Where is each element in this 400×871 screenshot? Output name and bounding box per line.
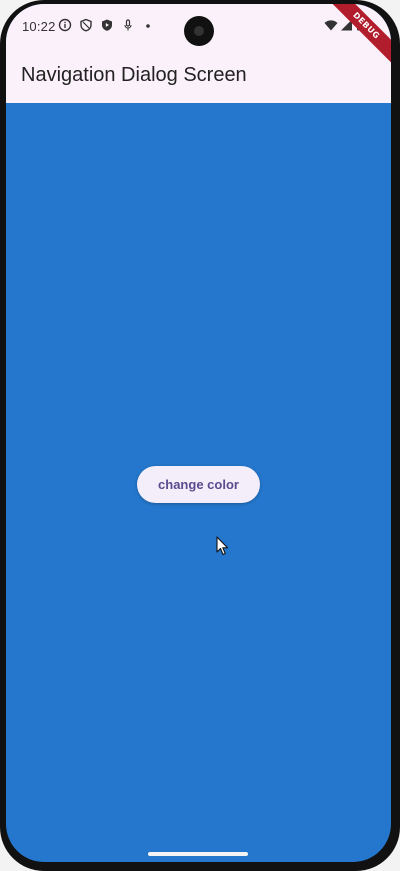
app-bar: 10:22 DEBUG Navigation Dialog Screen bbox=[6, 4, 391, 103]
status-bar: 10:22 bbox=[6, 4, 391, 46]
mouse-pointer-icon bbox=[216, 536, 229, 556]
status-time: 10:22 bbox=[22, 19, 56, 34]
change-color-button[interactable]: change color bbox=[137, 466, 260, 503]
home-indicator[interactable] bbox=[148, 852, 248, 856]
phone-frame: 10:22 DEBUG Navigation Dialog Screen cha… bbox=[0, 0, 400, 871]
front-camera bbox=[184, 16, 214, 46]
mic-icon bbox=[124, 19, 132, 31]
dot-icon bbox=[146, 24, 150, 28]
screen: 10:22 DEBUG Navigation Dialog Screen cha… bbox=[6, 4, 391, 862]
shield-icon bbox=[80, 18, 92, 32]
wifi-icon bbox=[324, 20, 338, 31]
info-icon bbox=[58, 18, 72, 32]
page-title: Navigation Dialog Screen bbox=[21, 64, 247, 86]
shield-play-icon bbox=[102, 19, 112, 31]
